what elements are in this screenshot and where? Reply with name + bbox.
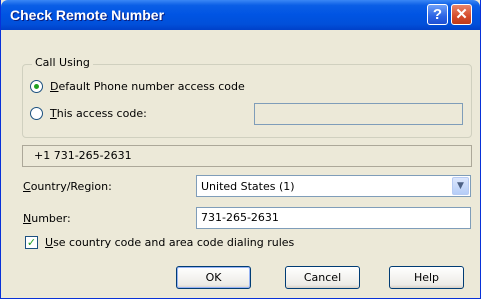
question-icon: ? [432,6,443,23]
country-region-label: Country/Region: [23,180,112,193]
call-using-group [22,64,472,138]
title-bar[interactable]: Check Remote Number ? ✕ [1,0,480,30]
title-close-button[interactable]: ✕ [451,4,472,25]
close-icon: ✕ [455,6,468,23]
access-code-input[interactable] [254,103,463,125]
dialing-rules-label[interactable]: Use country code and area code dialing r… [45,236,294,249]
title-help-button[interactable]: ? [427,4,448,25]
radio-unselected-icon[interactable] [30,107,43,120]
chevron-down-icon[interactable]: ▼ [452,177,469,195]
cancel-button[interactable]: Cancel [285,266,360,289]
ok-button[interactable]: OK [176,266,251,289]
country-region-value: United States (1) [201,180,295,193]
this-access-code-label: This access code: [50,107,147,120]
this-access-code-radio[interactable]: This access code: [30,107,147,120]
call-using-legend: Call Using [32,56,93,69]
dialing-rules-checkbox[interactable]: ✓ [25,236,38,249]
default-access-code-radio[interactable]: Default Phone number access code [30,80,245,93]
country-region-select[interactable]: United States (1) ▼ [196,175,471,197]
default-access-code-label: Default Phone number access code [50,80,245,93]
window-title: Check Remote Number [10,7,165,23]
resolved-number-display: +1 731-265-2631 [22,145,472,167]
number-input[interactable]: 731-265-2631 [196,207,471,229]
number-label: Number: [23,212,71,225]
help-button[interactable]: Help [389,266,464,289]
radio-selected-icon[interactable] [30,80,43,93]
dialog-window: Check Remote Number ? ✕ Call Using Defau… [0,0,481,299]
